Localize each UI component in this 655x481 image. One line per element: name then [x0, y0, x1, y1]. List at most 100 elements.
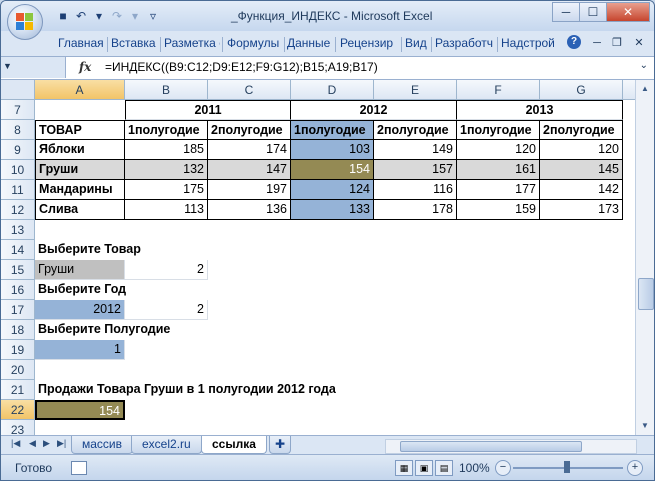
- row-header[interactable]: 11: [1, 180, 35, 200]
- vertical-scrollbar[interactable]: ▲ ▼: [635, 80, 654, 435]
- sales-value-cell[interactable]: 116: [374, 180, 457, 200]
- name-box-dropdown-icon[interactable]: ▼: [3, 61, 12, 71]
- redo-icon[interactable]: ↷: [109, 8, 125, 24]
- sales-value-cell[interactable]: 174: [208, 140, 291, 160]
- row-header[interactable]: 13: [1, 220, 35, 240]
- column-header-f[interactable]: F: [457, 80, 540, 100]
- sales-value-cell[interactable]: 132: [125, 160, 208, 180]
- insert-sheet-icon[interactable]: ✚: [269, 436, 292, 454]
- save-icon[interactable]: ■: [55, 8, 71, 24]
- sales-value-cell[interactable]: 103: [291, 140, 374, 160]
- customize-qat-icon[interactable]: ▿: [145, 8, 161, 24]
- sales-value-cell[interactable]: 159: [457, 200, 540, 220]
- ribbon-close-icon[interactable]: ✕: [631, 35, 647, 51]
- maximize-button[interactable]: ☐: [579, 2, 607, 22]
- row-header[interactable]: 18: [1, 320, 35, 340]
- year-header-2013[interactable]: 2013: [457, 100, 623, 120]
- sheet-tab-ssylka[interactable]: ссылка: [201, 436, 267, 454]
- last-sheet-icon[interactable]: ▶|: [57, 438, 66, 449]
- product-name-cell[interactable]: Мандарины: [35, 180, 125, 200]
- office-button[interactable]: [7, 4, 43, 40]
- sales-value-cell[interactable]: 161: [457, 160, 540, 180]
- name-box[interactable]: ▼: [1, 57, 66, 78]
- product-select-input[interactable]: Груши: [35, 260, 125, 280]
- ribbon-restore-icon[interactable]: ❐: [609, 35, 625, 51]
- sales-value-cell[interactable]: 142: [540, 180, 623, 200]
- tab-insert[interactable]: Вставка: [111, 36, 159, 50]
- redo-dropdown-icon[interactable]: ▾: [127, 8, 143, 24]
- row-header[interactable]: 21: [1, 380, 35, 400]
- formula-input[interactable]: =ИНДЕКС((B9:C12;D9:E12;F9:G12);B15;A19;B…: [105, 60, 378, 74]
- half-header[interactable]: 1полугодие: [125, 120, 208, 140]
- sales-value-cell[interactable]: 185: [125, 140, 208, 160]
- next-sheet-icon[interactable]: ▶: [43, 438, 50, 449]
- sales-value-cell[interactable]: 120: [457, 140, 540, 160]
- prev-sheet-icon[interactable]: ◀: [29, 438, 36, 449]
- product-index-cell[interactable]: 2: [125, 260, 208, 280]
- zoom-slider-thumb[interactable]: [564, 461, 570, 473]
- column-header-b[interactable]: B: [125, 80, 208, 100]
- half-header[interactable]: 2полугодие: [540, 120, 623, 140]
- product-column-header[interactable]: ТОВАР: [35, 120, 125, 140]
- tab-review[interactable]: Рецензир: [340, 36, 400, 50]
- sales-value-cell[interactable]: 173: [540, 200, 623, 220]
- tab-page-layout[interactable]: Разметка с: [164, 36, 220, 50]
- sales-value-cell[interactable]: 113: [125, 200, 208, 220]
- row-header[interactable]: 14: [1, 240, 35, 260]
- row-header[interactable]: 23: [1, 420, 35, 435]
- page-break-view-icon[interactable]: ▤: [435, 460, 453, 476]
- sales-value-cell[interactable]: 145: [540, 160, 623, 180]
- horizontal-scrollbar[interactable]: [385, 439, 637, 454]
- column-header-a[interactable]: A: [35, 80, 125, 100]
- undo-dropdown-icon[interactable]: ▾: [91, 8, 107, 24]
- horizontal-scroll-thumb[interactable]: [400, 441, 582, 452]
- column-header-h[interactable]: [623, 80, 635, 100]
- select-all-corner[interactable]: [1, 80, 35, 100]
- column-header-e[interactable]: E: [374, 80, 457, 100]
- sales-value-cell[interactable]: 136: [208, 200, 291, 220]
- sheet-tab-excel2[interactable]: excel2.ru: [131, 436, 202, 454]
- half-header[interactable]: 2полугодие: [374, 120, 457, 140]
- row-header[interactable]: 9: [1, 140, 35, 160]
- normal-view-icon[interactable]: ▦: [395, 460, 413, 476]
- row-header[interactable]: 12: [1, 200, 35, 220]
- sheet-tab-massiv[interactable]: массив: [71, 436, 134, 454]
- year-index-cell[interactable]: 2: [125, 300, 208, 320]
- column-header-g[interactable]: G: [540, 80, 623, 100]
- row-header[interactable]: 15: [1, 260, 35, 280]
- year-select-input[interactable]: 2012: [35, 300, 125, 320]
- sales-value-cell[interactable]: 133: [291, 200, 374, 220]
- product-name-cell[interactable]: Слива: [35, 200, 125, 220]
- zoom-level[interactable]: 100%: [459, 461, 490, 475]
- tab-home[interactable]: Главная: [58, 36, 106, 50]
- column-header-d[interactable]: D: [291, 80, 374, 100]
- row-header[interactable]: 22: [1, 400, 35, 420]
- column-header-c[interactable]: C: [208, 80, 291, 100]
- macro-record-icon[interactable]: [71, 461, 87, 475]
- tab-data[interactable]: Данные: [287, 36, 333, 50]
- tab-developer[interactable]: Разработч: [435, 36, 495, 50]
- tab-addins[interactable]: Надстрой: [501, 36, 559, 50]
- ribbon-minimize-icon[interactable]: ─: [589, 35, 605, 51]
- zoom-in-icon[interactable]: +: [627, 460, 643, 476]
- product-name-cell[interactable]: Груши: [35, 160, 125, 180]
- undo-icon[interactable]: ↶: [73, 8, 89, 24]
- row-header[interactable]: 8: [1, 120, 35, 140]
- half-header[interactable]: 2полугодие: [208, 120, 291, 140]
- row-header[interactable]: 19: [1, 340, 35, 360]
- row-header[interactable]: 20: [1, 360, 35, 380]
- first-sheet-icon[interactable]: |◀: [11, 438, 20, 449]
- scroll-down-icon[interactable]: ▼: [638, 419, 652, 433]
- sales-value-cell[interactable]: 177: [457, 180, 540, 200]
- minimize-button[interactable]: ─: [552, 2, 580, 22]
- sales-value-cell[interactable]: 147: [208, 160, 291, 180]
- tab-formulas[interactable]: Формулы: [227, 36, 282, 50]
- tab-view[interactable]: Вид: [405, 36, 429, 50]
- scroll-up-icon[interactable]: ▲: [638, 82, 652, 96]
- year-header-2012[interactable]: 2012: [291, 100, 457, 120]
- expand-formula-bar-icon[interactable]: ⌄: [640, 60, 648, 71]
- help-icon[interactable]: ?: [567, 35, 581, 49]
- half-header[interactable]: 1полугодие: [291, 120, 374, 140]
- close-button[interactable]: ✕: [606, 2, 650, 22]
- sales-value-cell[interactable]: 178: [374, 200, 457, 220]
